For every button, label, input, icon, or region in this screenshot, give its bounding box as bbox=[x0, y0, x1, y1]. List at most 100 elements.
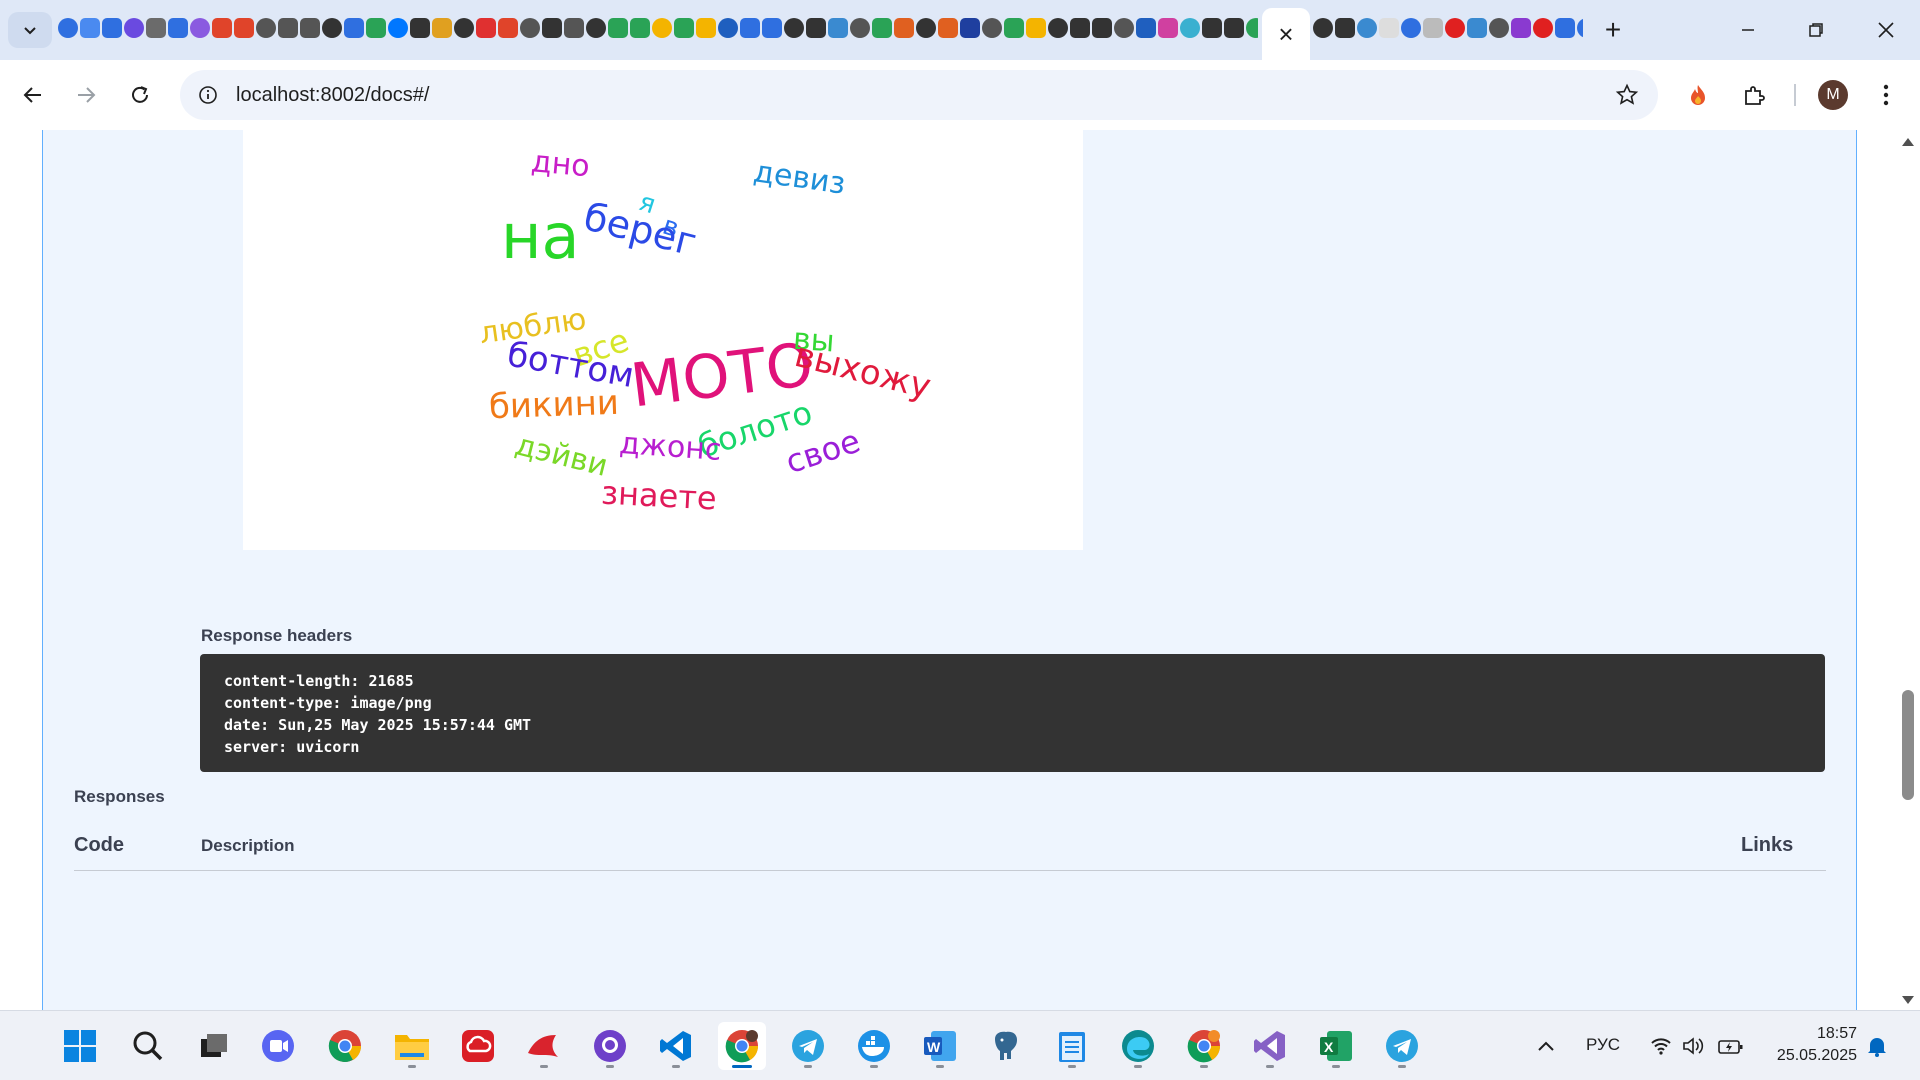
show-hidden-icons-button[interactable] bbox=[1522, 1022, 1570, 1070]
tab-favicon-icon[interactable] bbox=[212, 18, 232, 38]
wifi-status[interactable] bbox=[1646, 1022, 1676, 1070]
menu-button[interactable] bbox=[1868, 77, 1904, 113]
address-bar[interactable]: localhost:8002/docs#/ bbox=[180, 70, 1658, 120]
tab-favicon-icon[interactable] bbox=[1357, 18, 1377, 38]
tab-favicon-icon[interactable] bbox=[520, 18, 540, 38]
tab-favicon-icon[interactable] bbox=[1423, 18, 1443, 38]
tab-favicon-icon[interactable] bbox=[432, 18, 452, 38]
tab-favicon-icon[interactable] bbox=[1533, 18, 1553, 38]
tab-favicon-icon[interactable] bbox=[1489, 18, 1509, 38]
new-tab-button[interactable]: + bbox=[1597, 14, 1629, 46]
tab-favicon-icon[interactable] bbox=[1004, 18, 1024, 38]
taskbar-app-edge[interactable] bbox=[1114, 1022, 1162, 1070]
tab-favicon-icon[interactable] bbox=[762, 18, 782, 38]
tab-favicon-icon[interactable] bbox=[190, 18, 210, 38]
back-button[interactable] bbox=[15, 77, 51, 113]
taskbar-app-notepad[interactable] bbox=[1048, 1022, 1096, 1070]
tab-favicon-icon[interactable] bbox=[454, 18, 474, 38]
tab-favicon-icon[interactable] bbox=[1379, 18, 1399, 38]
tab-favicon-icon[interactable] bbox=[80, 18, 100, 38]
tab-favicon-icon[interactable] bbox=[476, 18, 496, 38]
tab-favicon-icon[interactable] bbox=[58, 18, 78, 38]
tab-favicon-icon[interactable] bbox=[1202, 18, 1222, 38]
tab-favicon-icon[interactable] bbox=[168, 18, 188, 38]
tab-favicon-icon[interactable] bbox=[322, 18, 342, 38]
tab-favicon-icon[interactable] bbox=[278, 18, 298, 38]
tab-favicon-icon[interactable] bbox=[1335, 18, 1355, 38]
close-window-button[interactable] bbox=[1856, 8, 1916, 52]
tab-favicon-icon[interactable] bbox=[1246, 18, 1258, 38]
system-clock[interactable]: 18:57 25.05.2025 bbox=[1777, 1023, 1857, 1067]
taskbar-app-chrome-profile[interactable] bbox=[718, 1022, 766, 1070]
tab-favicon-icon[interactable] bbox=[1136, 18, 1156, 38]
tab-favicon-icon[interactable] bbox=[388, 18, 408, 38]
tab-favicon-icon[interactable] bbox=[234, 18, 254, 38]
tab-favicon-icon[interactable] bbox=[674, 18, 694, 38]
url-text[interactable]: localhost:8002/docs#/ bbox=[236, 84, 429, 107]
taskbar-app-vscode[interactable] bbox=[652, 1022, 700, 1070]
reload-button[interactable] bbox=[122, 77, 158, 113]
tab-favicon-icon[interactable] bbox=[498, 18, 518, 38]
tab-favicon-icon[interactable] bbox=[630, 18, 650, 38]
tab-favicon-icon[interactable] bbox=[344, 18, 364, 38]
taskbar-app-visual-studio[interactable] bbox=[1246, 1022, 1294, 1070]
taskbar-app-discord[interactable] bbox=[254, 1022, 302, 1070]
tab-favicon-icon[interactable] bbox=[960, 18, 980, 38]
tab-favicon-icon[interactable] bbox=[1555, 18, 1575, 38]
forward-button[interactable] bbox=[68, 77, 104, 113]
tab-favicon-icon[interactable] bbox=[1224, 18, 1244, 38]
start-button[interactable] bbox=[56, 1022, 104, 1070]
scroll-thumb[interactable] bbox=[1902, 690, 1914, 800]
taskbar-app-telegram-2[interactable] bbox=[1378, 1022, 1426, 1070]
tab-favicon-icon[interactable] bbox=[1026, 18, 1046, 38]
tab-favicon-icon[interactable] bbox=[784, 18, 804, 38]
tab-favicon-icon[interactable] bbox=[608, 18, 628, 38]
close-tab-icon[interactable]: × bbox=[1278, 21, 1293, 47]
page-scrollbar[interactable] bbox=[1896, 130, 1920, 1010]
tab-favicon-icon[interactable] bbox=[1114, 18, 1134, 38]
tab-favicon-icon[interactable] bbox=[102, 18, 122, 38]
pinned-tabs[interactable] bbox=[58, 18, 1258, 42]
tab-favicon-icon[interactable] bbox=[366, 18, 386, 38]
tab-favicon-icon[interactable] bbox=[542, 18, 562, 38]
tab-search-button[interactable] bbox=[8, 12, 52, 48]
tab-favicon-icon[interactable] bbox=[1467, 18, 1487, 38]
tab-favicon-icon[interactable] bbox=[1445, 18, 1465, 38]
tab-favicon-icon[interactable] bbox=[1048, 18, 1068, 38]
tab-favicon-icon[interactable] bbox=[146, 18, 166, 38]
tab-favicon-icon[interactable] bbox=[652, 18, 672, 38]
tab-favicon-icon[interactable] bbox=[410, 18, 430, 38]
tab-favicon-icon[interactable] bbox=[916, 18, 936, 38]
response-headers-block[interactable]: content-length: 21685 content-type: imag… bbox=[200, 654, 1825, 772]
taskbar-app-chrome[interactable] bbox=[321, 1022, 369, 1070]
search-button[interactable] bbox=[124, 1022, 172, 1070]
tab-favicon-icon[interactable] bbox=[982, 18, 1002, 38]
site-info-icon[interactable] bbox=[196, 83, 220, 107]
bookmark-star-button[interactable] bbox=[1614, 82, 1640, 108]
restore-button[interactable] bbox=[1786, 8, 1846, 52]
taskbar-app-excel[interactable]: X bbox=[1312, 1022, 1360, 1070]
scroll-down-arrow-icon[interactable] bbox=[1902, 996, 1914, 1004]
taskbar-app-creative-cloud[interactable] bbox=[454, 1022, 502, 1070]
tab-favicon-icon[interactable] bbox=[1070, 18, 1090, 38]
tab-favicon-icon[interactable] bbox=[586, 18, 606, 38]
taskbar-app-anydesk[interactable] bbox=[520, 1022, 568, 1070]
tab-favicon-icon[interactable] bbox=[938, 18, 958, 38]
tab-favicon-icon[interactable] bbox=[1092, 18, 1112, 38]
volume-status[interactable] bbox=[1678, 1022, 1708, 1070]
taskbar-app-github[interactable] bbox=[586, 1022, 634, 1070]
tab-favicon-icon[interactable] bbox=[1401, 18, 1421, 38]
tab-favicon-icon[interactable] bbox=[564, 18, 584, 38]
extension-fire-button[interactable] bbox=[1680, 77, 1716, 113]
tab-favicon-icon[interactable] bbox=[850, 18, 870, 38]
taskbar-app-word[interactable]: W bbox=[916, 1022, 964, 1070]
tab-favicon-icon[interactable] bbox=[1313, 18, 1333, 38]
taskbar-app-file-explorer[interactable] bbox=[388, 1022, 436, 1070]
input-language-indicator[interactable]: РУС bbox=[1586, 1035, 1620, 1055]
tab-favicon-icon[interactable] bbox=[894, 18, 914, 38]
tab-favicon-icon[interactable] bbox=[1511, 18, 1531, 38]
tab-favicon-icon[interactable] bbox=[1577, 18, 1583, 38]
more-tabs[interactable] bbox=[1313, 18, 1583, 42]
tab-favicon-icon[interactable] bbox=[256, 18, 276, 38]
tab-favicon-icon[interactable] bbox=[872, 18, 892, 38]
